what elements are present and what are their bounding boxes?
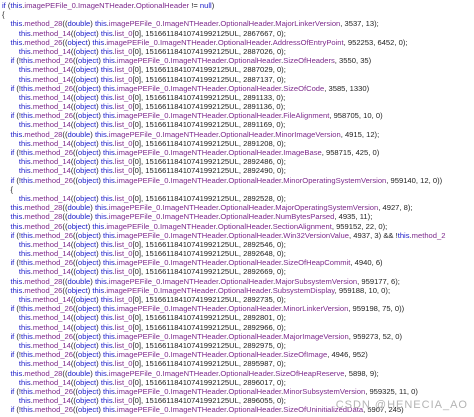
- code-line: this.method_14((object) this.list_0[0], …: [18, 46, 286, 56]
- code-line: if (this.imagePEFile_0.ImageNTHeader.Opt…: [2, 1, 215, 10]
- code-line: this.method_14((object) this.list_0[0], …: [18, 340, 286, 350]
- code-line: this.method_14((object) this.list_0[0], …: [18, 377, 286, 387]
- code-line: this.method_28((double) this.imagePEFile…: [10, 129, 380, 139]
- code-line: {: [2, 10, 5, 20]
- code-line: if (!this.method_26((object) this.imageP…: [10, 148, 380, 157]
- code-line: this.method_14((object) this.list_0[0], …: [18, 359, 286, 369]
- code-line: this.method_26((object) this.imagePEFile…: [10, 37, 408, 47]
- code-line: this.method_28((double) this.imagePEFile…: [10, 19, 379, 29]
- code-line: this.method_28((double) this.imagePEFile…: [10, 368, 379, 378]
- code-editor[interactable]: if (this.imagePEFile_0.ImageNTHeader.Opt…: [2, 1, 474, 417]
- code-line: if (!this.method_26((object) this.imageP…: [10, 258, 383, 268]
- code-line: if (!this.method_26((object) this.imageP…: [10, 331, 403, 341]
- code-line: if (!this.method_26((object) this.imageP…: [10, 175, 443, 185]
- code-line: this.method_14((object) this.list_0[0], …: [18, 267, 286, 277]
- code-line: this.method_14((object) this.list_0[0], …: [18, 28, 286, 38]
- code-line: this.method_14((object) this.list_0[0], …: [18, 249, 286, 259]
- code-line: this.method_14((object) this.list_0[0], …: [18, 322, 286, 332]
- code-line: if (!this.method_26((object) this.imageP…: [10, 230, 446, 240]
- code-line: this.method_14((object) this.list_0[0], …: [18, 239, 286, 249]
- code-line: this.method_28((double) this.imagePEFile…: [10, 203, 413, 213]
- code-line: this.method_28((double) this.imagePEFile…: [10, 212, 373, 222]
- code-line: this.method_14((object) this.list_0[0], …: [18, 92, 286, 102]
- code-line: {: [10, 184, 13, 194]
- watermark: CSDN @HENECIA_AO: [335, 399, 468, 411]
- code-line: if (!this.method_26((object) this.imageP…: [10, 350, 368, 360]
- code-line: if (!this.method_26((object) this.imageP…: [10, 83, 370, 93]
- code-line: if (!this.method_26((object) this.imageP…: [10, 386, 418, 396]
- code-line: this.method_14((object) this.list_0[0], …: [18, 166, 286, 176]
- code-line: this.method_14((object) this.list_0[0], …: [18, 193, 286, 203]
- code-line: this.method_14((object) this.list_0[0], …: [18, 65, 286, 75]
- code-line: this.method_26((object) this.imagePEFile…: [10, 221, 388, 231]
- code-line: if (!this.method_26((object) this.imageP…: [10, 111, 383, 121]
- code-line: this.method_26((object) this.imagePEFile…: [10, 285, 391, 295]
- code-line: this.method_14((object) this.list_0[0], …: [18, 295, 286, 304]
- code-line: if (!this.method_26((object) this.imageP…: [10, 56, 372, 66]
- code-line: this.method_28((double) this.imagePEFile…: [10, 276, 400, 286]
- code-viewer: if (this.imagePEFile_0.ImageNTHeader.Opt…: [0, 0, 474, 417]
- code-line: this.method_14((object) this.list_0[0], …: [18, 102, 286, 112]
- code-line: this.method_14((object) this.list_0[0], …: [18, 74, 286, 84]
- code-line: if (!this.method_26((object) this.imageP…: [10, 304, 405, 314]
- code-line: this.method_14((object) this.list_0[0], …: [18, 120, 286, 130]
- code-line: this.method_14((object) this.list_0[0], …: [18, 157, 286, 167]
- code-line: this.method_14((object) this.list_0[0], …: [18, 313, 286, 323]
- code-line: this.method_14((object) this.list_0[0], …: [18, 138, 286, 148]
